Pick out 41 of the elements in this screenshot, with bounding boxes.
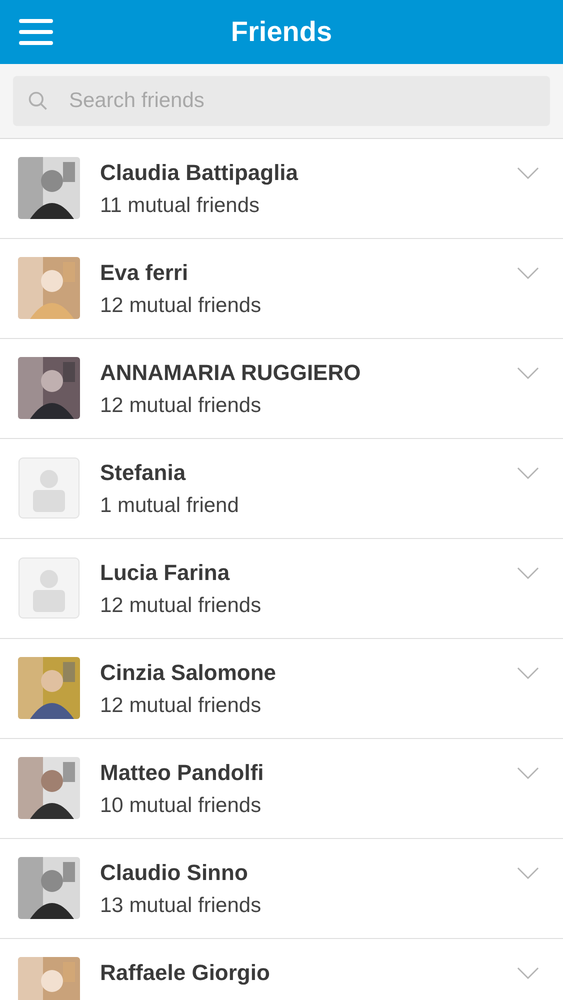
chevron-down-icon[interactable] (517, 467, 539, 480)
friend-row[interactable]: Claudia Battipaglia 11 mutual friends (0, 139, 563, 239)
friend-name: Raffaele Giorgio (100, 959, 271, 987)
mutual-friends-count: 11 mutual friends (100, 193, 261, 219)
page-title: Friends (230, 15, 332, 49)
friend-name: ANNAMARIA RUGGIERO (100, 359, 362, 387)
chevron-down-icon[interactable] (517, 567, 539, 580)
friend-row[interactable]: Matteo Pandolfi 10 mutual friends (0, 739, 563, 839)
mutual-friends-count: 10 mutual friends (100, 793, 262, 819)
friend-name: Claudio Sinno (100, 859, 249, 887)
search-icon (27, 90, 49, 112)
avatar-placeholder-icon (18, 457, 80, 519)
friend-name: Matteo Pandolfi (100, 759, 265, 787)
chevron-down-icon[interactable] (517, 167, 539, 180)
search-field[interactable]: Search friends (13, 76, 550, 126)
friend-name: Claudia Battipaglia (100, 159, 300, 187)
mutual-friends-count: 12 mutual friends (100, 693, 262, 719)
friend-row[interactable]: Stefania 1 mutual friend (0, 439, 563, 539)
friend-row[interactable]: Raffaele Giorgio (0, 939, 563, 1000)
friend-name: Eva ferri (100, 259, 190, 287)
chevron-down-icon[interactable] (517, 367, 539, 380)
friend-row[interactable]: ANNAMARIA RUGGIERO 12 mutual friends (0, 339, 563, 439)
mutual-friends-count: 12 mutual friends (100, 593, 262, 619)
mutual-friends-count: 1 mutual friend (100, 493, 240, 519)
friend-row[interactable]: Lucia Farina 12 mutual friends (0, 539, 563, 639)
avatar-placeholder-icon (18, 557, 80, 619)
chevron-down-icon[interactable] (517, 967, 539, 980)
friend-name: Lucia Farina (100, 559, 231, 587)
chevron-down-icon[interactable] (517, 267, 539, 280)
friend-row[interactable]: Eva ferri 12 mutual friends (0, 239, 563, 339)
mutual-friends-count: 13 mutual friends (100, 893, 262, 919)
friend-name: Stefania (100, 459, 187, 487)
mutual-friends-count: 12 mutual friends (100, 393, 262, 419)
friend-row[interactable]: Cinzia Salomone 12 mutual friends (0, 639, 563, 739)
mutual-friends-count: 12 mutual friends (100, 293, 262, 319)
friend-name: Cinzia Salomone (100, 659, 278, 687)
chevron-down-icon[interactable] (517, 767, 539, 780)
menu-icon[interactable] (19, 19, 53, 45)
chevron-down-icon[interactable] (517, 867, 539, 880)
chevron-down-icon[interactable] (517, 667, 539, 680)
friend-row[interactable]: Claudio Sinno 13 mutual friends (0, 839, 563, 939)
